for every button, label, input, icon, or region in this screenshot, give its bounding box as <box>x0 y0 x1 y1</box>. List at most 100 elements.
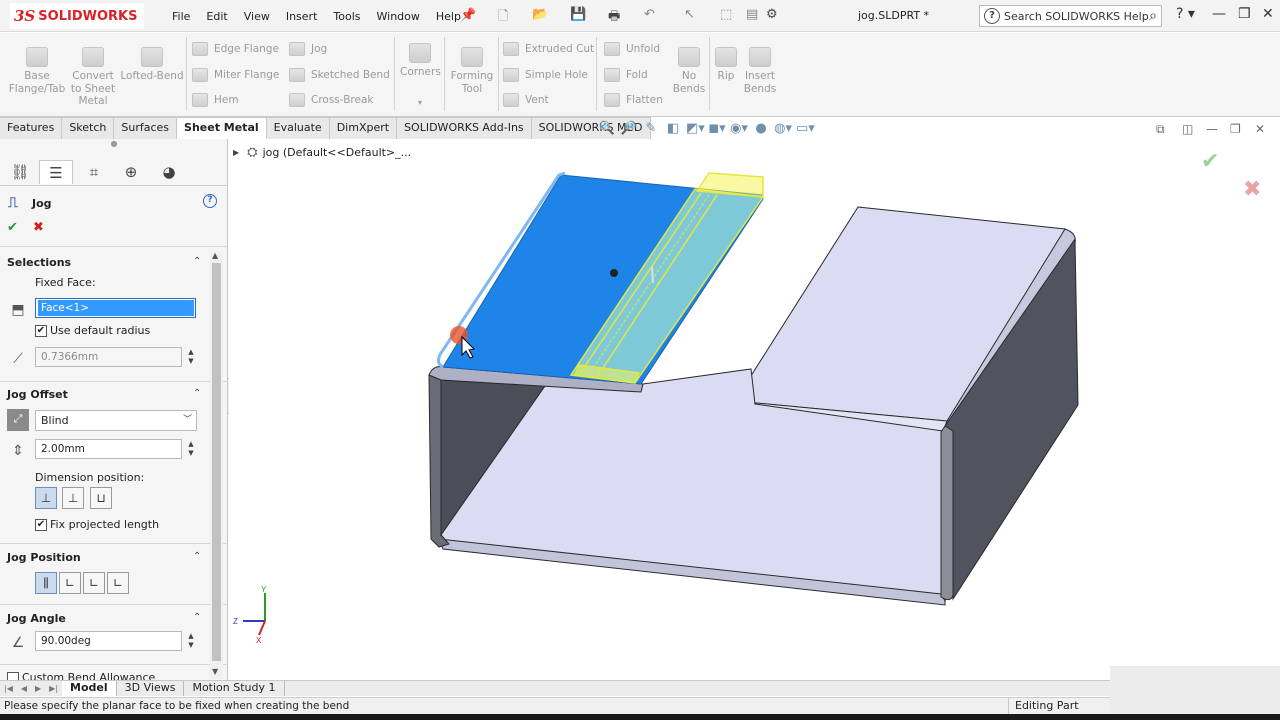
use-default-radius-checkbox[interactable]: ✔ <box>35 325 47 337</box>
solidworks-logo[interactable]: 3S SOLIDWORKS <box>10 3 144 29</box>
angle-spinner-icon[interactable]: ▲ ▼ <box>186 632 196 650</box>
scrollbar-thumb[interactable] <box>212 263 221 661</box>
previous-view-icon[interactable]: ✎ <box>642 121 660 137</box>
tab-3d-views[interactable]: 3D Views <box>117 681 185 696</box>
display-manager-tab-icon[interactable]: ◕ <box>152 160 186 184</box>
restore-document-icon[interactable]: ❐ <box>1230 122 1241 136</box>
overall-dimension-button[interactable]: ⊔ <box>90 487 112 509</box>
inside-offset-button[interactable]: ⊥ <box>62 487 84 509</box>
tile-windows-icon[interactable]: ⧉ <box>1156 122 1165 137</box>
jog-angle-group-header[interactable]: Jog Angle <box>7 612 66 625</box>
model-view[interactable] <box>229 139 1280 680</box>
menu-window[interactable]: Window <box>373 10 432 23</box>
menu-insert[interactable]: Insert <box>282 10 330 23</box>
outside-offset-button[interactable]: ⊥ <box>35 487 57 509</box>
confirmation-ok-icon[interactable]: ✔ <box>1201 149 1219 174</box>
view-settings-icon[interactable]: ▭▾ <box>796 121 815 137</box>
offset-distance-field[interactable]: 2.00mm <box>35 439 182 459</box>
material-inside-button[interactable]: ∟ <box>59 572 81 594</box>
corners-button[interactable]: Corners ▾ <box>400 43 441 109</box>
menu-view[interactable]: View <box>240 10 282 23</box>
next-tab-nav-icon[interactable]: ▶ <box>35 684 41 693</box>
end-condition-dropdown[interactable]: Blind ﹀ <box>35 410 197 431</box>
minimize-window-icon[interactable]: — <box>1212 6 1226 22</box>
edit-appearance-icon[interactable]: ● <box>752 121 770 137</box>
cross-break-button[interactable]: Cross-Break <box>289 93 373 107</box>
prev-tab-nav-icon[interactable]: ◀ <box>21 684 27 693</box>
hide-show-items-icon[interactable]: ◉▾ <box>730 121 748 137</box>
dimxpert-manager-tab-icon[interactable]: ⊕ <box>114 160 148 184</box>
search-help-box[interactable]: ? Search SOLIDWORKS Help ⌕ <box>979 5 1162 27</box>
hem-button[interactable]: Hem <box>192 93 239 107</box>
split-view-icon[interactable]: ◫ <box>1182 122 1193 136</box>
collapse-chevron-icon[interactable]: ⌃ <box>193 551 201 562</box>
display-style-icon[interactable]: ◼▾ <box>708 121 726 137</box>
options-gear-icon[interactable]: ⚙ <box>766 7 778 22</box>
collapse-chevron-icon[interactable]: ⌃ <box>193 388 201 399</box>
print-icon[interactable]: 🖶 <box>608 7 620 29</box>
no-bends-button[interactable]: No Bends <box>672 47 706 95</box>
rebuild-icon[interactable]: ⬚ <box>720 7 732 22</box>
menu-file[interactable]: File <box>168 10 202 23</box>
tab-sheet-metal[interactable]: Sheet Metal <box>177 117 267 139</box>
selections-group-header[interactable]: Selections <box>7 256 71 269</box>
jog-button[interactable]: Jog <box>289 42 327 56</box>
last-tab-nav-icon[interactable]: ▶| <box>49 684 58 693</box>
view-orientation-icon[interactable]: ◩▾ <box>686 121 705 137</box>
simple-hole-button[interactable]: Simple Hole <box>503 68 588 82</box>
radius-spinner-icon[interactable]: ▲ ▼ <box>186 348 196 366</box>
tab-surfaces[interactable]: Surfaces <box>114 117 178 139</box>
cancel-button[interactable]: ✖ <box>33 220 44 235</box>
configuration-manager-tab-icon[interactable]: ⌗ <box>77 160 111 184</box>
open-icon[interactable]: 📂 <box>532 7 548 22</box>
tab-dimxpert[interactable]: DimXpert <box>329 117 398 139</box>
pin-icon[interactable]: 📌 <box>460 8 476 23</box>
vent-button[interactable]: Vent <box>503 93 549 107</box>
undo-icon[interactable]: ↶ <box>644 7 655 22</box>
tab-motion-study-1[interactable]: Motion Study 1 <box>184 681 285 696</box>
jog-angle-field[interactable]: 90.00deg <box>35 631 182 651</box>
collapse-chevron-icon[interactable]: ⌃ <box>193 612 201 623</box>
zoom-to-fit-icon[interactable]: 🔍 <box>598 121 616 137</box>
insert-bends-button[interactable]: Insert Bends <box>740 47 780 95</box>
right-lower-bend[interactable] <box>940 425 954 601</box>
minimize-document-icon[interactable]: — <box>1206 122 1218 136</box>
bend-radius-field[interactable]: 0.7366mm <box>35 347 182 367</box>
property-manager-tab-icon[interactable]: ☰ <box>39 160 73 184</box>
search-icon[interactable]: ⌕ <box>1149 8 1157 24</box>
select-icon[interactable]: ↖ <box>684 7 695 22</box>
search-input[interactable]: Search SOLIDWORKS Help <box>1004 10 1149 23</box>
rip-button[interactable]: Rip <box>712 47 740 83</box>
menu-tools[interactable]: Tools <box>329 10 372 23</box>
tab-model[interactable]: Model <box>62 681 117 696</box>
menu-edit[interactable]: Edit <box>202 10 239 23</box>
tab-evaluate[interactable]: Evaluate <box>266 117 330 139</box>
fold-button[interactable]: Fold <box>604 68 648 82</box>
ok-button[interactable]: ✔ <box>7 220 18 235</box>
save-icon[interactable]: 💾 <box>570 7 586 22</box>
help-dropdown-icon[interactable]: ? ▾ <box>1176 6 1195 22</box>
new-document-icon[interactable]: 🗋 <box>498 7 508 29</box>
jog-offset-group-header[interactable]: Jog Offset <box>7 388 68 401</box>
miter-flange-button[interactable]: Miter Flange <box>192 68 279 82</box>
restore-window-icon[interactable]: ❐ <box>1238 6 1251 22</box>
offset-spinner-icon[interactable]: ▲ ▼ <box>186 440 196 458</box>
convert-to-sheet-metal-button[interactable]: Convert to Sheet Metal <box>66 47 120 108</box>
tab-features[interactable]: Features <box>0 117 63 139</box>
section-view-icon[interactable]: ◧ <box>664 121 682 137</box>
apply-scene-icon[interactable]: ◍▾ <box>774 121 792 137</box>
close-window-icon[interactable]: ✕ <box>1262 6 1274 22</box>
bend-outside-button[interactable]: ∟ <box>107 572 129 594</box>
forming-tool-button[interactable]: Forming Tool <box>448 47 496 95</box>
bend-centerline-button[interactable]: ⫼ <box>35 572 57 594</box>
base-flange-tab-button[interactable]: Base Flange/Tab <box>8 47 66 95</box>
unfold-button[interactable]: Unfold <box>604 42 660 56</box>
fixed-face-field[interactable]: Face<1> <box>35 298 196 318</box>
collapse-chevron-icon[interactable]: ⌃ <box>193 256 201 267</box>
fix-projected-length-checkbox[interactable]: ✔ <box>35 519 47 531</box>
extruded-cut-button[interactable]: Extruded Cut <box>503 42 594 56</box>
tab-solidworks-add-ins[interactable]: SOLIDWORKS Add-Ins <box>397 117 532 139</box>
sketched-bend-button[interactable]: Sketched Bend <box>289 68 390 82</box>
material-outside-button[interactable]: ∟ <box>83 572 105 594</box>
jog-position-group-header[interactable]: Jog Position <box>7 551 81 564</box>
